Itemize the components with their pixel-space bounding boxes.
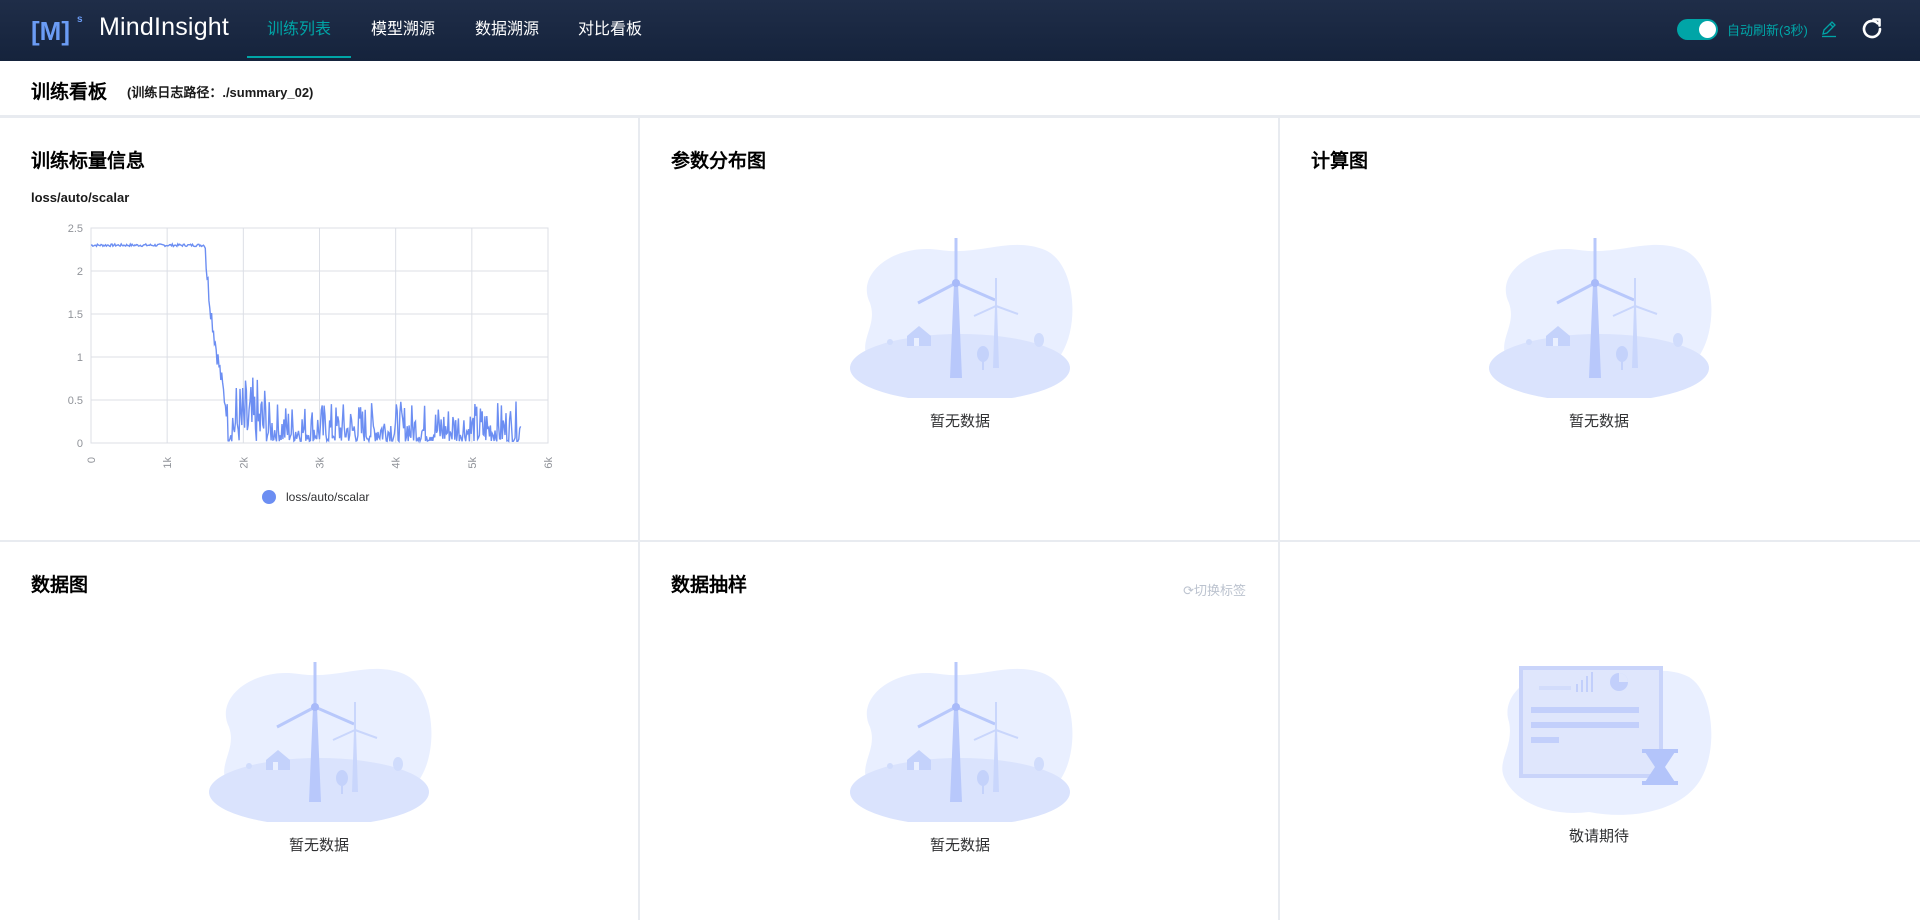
y-tick-label: 0	[77, 438, 83, 450]
brand-name: MindInsight	[99, 13, 230, 41]
x-tick-label: 2k	[238, 457, 250, 469]
logo-text: [M]	[31, 16, 70, 46]
image-sample-card-title: 数据抽样	[671, 575, 748, 596]
nav-data-lineage[interactable]: 数据溯源	[459, 0, 555, 61]
image-sample-card[interactable]: 数据抽样 ⟳切换标签 暂无数据	[640, 542, 1280, 920]
coming-soon-card: 敬请期待	[1280, 542, 1920, 920]
dataset-graph-card[interactable]: 数据图 暂无数据	[0, 542, 640, 920]
legend-marker	[262, 490, 276, 504]
y-tick-label: 1.5	[68, 309, 83, 321]
empty-data-illustration	[848, 236, 1074, 398]
y-tick-label: 2	[77, 266, 83, 278]
toggle-knob	[1699, 21, 1716, 38]
coming-soon-text: 敬请期待	[1568, 828, 1629, 845]
x-tick-label: 5k	[467, 457, 479, 469]
mindinsight-logo: [M] s	[31, 14, 83, 46]
auto-refresh-label: 自动刷新(3秒)	[1727, 23, 1808, 38]
auto-refresh-toggle[interactable]	[1677, 19, 1718, 40]
nav-train-list[interactable]: 训练列表	[247, 0, 351, 61]
nav-compare-board-label: 对比看板	[577, 21, 642, 38]
summary-path: (训练日志路径：./summary_02)	[127, 85, 314, 100]
legend-label: loss/auto/scalar	[286, 490, 369, 504]
nav-train-list-label: 训练列表	[266, 21, 331, 38]
coming-soon-illustration	[1502, 666, 1712, 815]
refresh-icon[interactable]	[1858, 15, 1886, 43]
switch-tag-label: 切换标签	[1193, 583, 1246, 598]
x-tick-label: 0	[86, 457, 98, 463]
switch-tag-button[interactable]: ⟳切换标签	[1183, 580, 1246, 599]
nav-compare-board[interactable]: 对比看板	[562, 0, 658, 61]
nav-data-lineage-label: 数据溯源	[474, 21, 539, 38]
no-data-text: 暂无数据	[1568, 413, 1629, 430]
scalar-tag-name: loss/auto/scalar	[31, 190, 130, 205]
no-data-text: 暂无数据	[929, 837, 990, 854]
loss-scalar-chart[interactable]: 0 0.5 1 1.5 2 2.5 0 1k 2k 3k 4k 5k 6k loss/auto/scala…	[31, 208, 591, 538]
page-title: 训练看板	[31, 82, 108, 103]
empty-data-illustration	[207, 660, 433, 822]
switch-icon: ⟳	[1183, 583, 1194, 598]
loss-series-line	[90, 242, 522, 444]
no-data-text: 暂无数据	[288, 837, 349, 854]
x-tick-label: 4k	[391, 457, 403, 469]
active-tab-indicator	[247, 56, 351, 58]
logo-sup: s	[77, 14, 83, 25]
histogram-card[interactable]: 参数分布图 暂无数据	[640, 118, 1280, 542]
graph-card[interactable]: 计算图 暂无数据	[1280, 118, 1920, 542]
nav-model-lineage[interactable]: 模型溯源	[355, 0, 451, 61]
y-tick-label: 2.5	[68, 223, 83, 235]
graph-card-title: 计算图	[1311, 151, 1369, 172]
scalar-card[interactable]: 训练标量信息 loss/auto/scalar 0 0.5 1 1.5 2 2.5 0 1k 2…	[0, 118, 640, 542]
edit-icon[interactable]	[1820, 20, 1838, 38]
empty-data-illustration	[1487, 236, 1713, 398]
scalar-card-title: 训练标量信息	[31, 151, 146, 172]
top-nav-bar: [M] s MindInsight 训练列表 模型溯源 数据溯源 对比看板 自动…	[0, 0, 1920, 61]
nav-model-lineage-label: 模型溯源	[370, 21, 435, 38]
y-tick-label: 0.5	[68, 395, 83, 407]
no-data-text: 暂无数据	[929, 413, 990, 430]
histogram-card-title: 参数分布图	[671, 151, 767, 172]
y-tick-label: 1	[77, 352, 83, 364]
x-tick-label: 6k	[543, 457, 555, 469]
page-title-bar: 训练看板 (训练日志路径：./summary_02)	[0, 61, 1920, 118]
x-tick-label: 1k	[162, 457, 174, 469]
dataset-graph-card-title: 数据图	[31, 575, 89, 596]
empty-data-illustration	[848, 660, 1074, 822]
x-tick-label: 3k	[315, 457, 327, 469]
